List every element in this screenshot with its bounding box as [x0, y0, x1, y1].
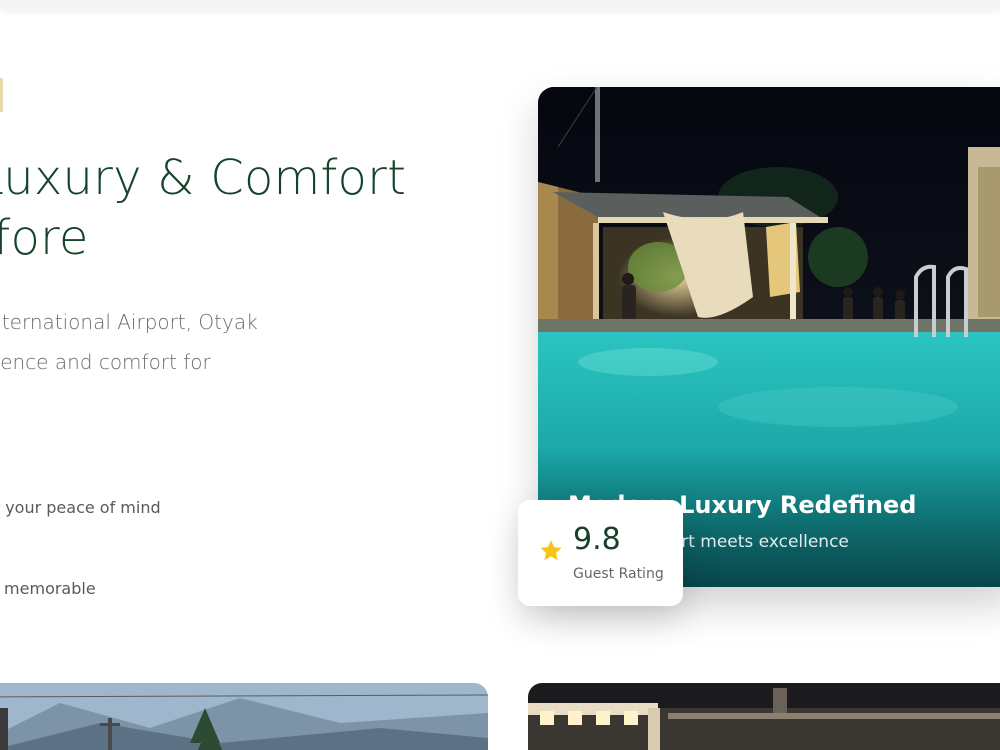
- heading-line-2: Before: [0, 210, 89, 266]
- section-badge-edge: [0, 78, 3, 112]
- header-shadow: [0, 0, 1000, 10]
- feature-item-memorable: make your stay memorable: [0, 579, 96, 598]
- intro-line-2: blend of convenience and comfort for: [0, 350, 211, 374]
- guest-rating-card: 9.8 Guest Rating: [518, 500, 683, 606]
- intro-paragraph: rom Zvartnots International Airport, Oty…: [0, 302, 454, 382]
- gallery-image-hotel-night[interactable]: [528, 683, 1000, 750]
- about-section: e Luxury & Comfort Before rom Zvartnots …: [0, 0, 1000, 750]
- rating-label: Guest Rating: [573, 566, 664, 582]
- hotel-night-photo: [528, 683, 1000, 750]
- feature-item-assistance: lance for your peace of mind: [0, 498, 161, 517]
- rating-value: 9.8: [573, 522, 621, 557]
- mountain-photo: [0, 683, 488, 750]
- heading-line-1: e Luxury & Comfort: [0, 150, 407, 206]
- intro-line-1: rom Zvartnots International Airport, Oty…: [0, 310, 258, 334]
- gallery-image-mountain[interactable]: [0, 683, 488, 750]
- star-icon: [540, 540, 562, 561]
- section-heading: e Luxury & Comfort Before: [0, 148, 472, 268]
